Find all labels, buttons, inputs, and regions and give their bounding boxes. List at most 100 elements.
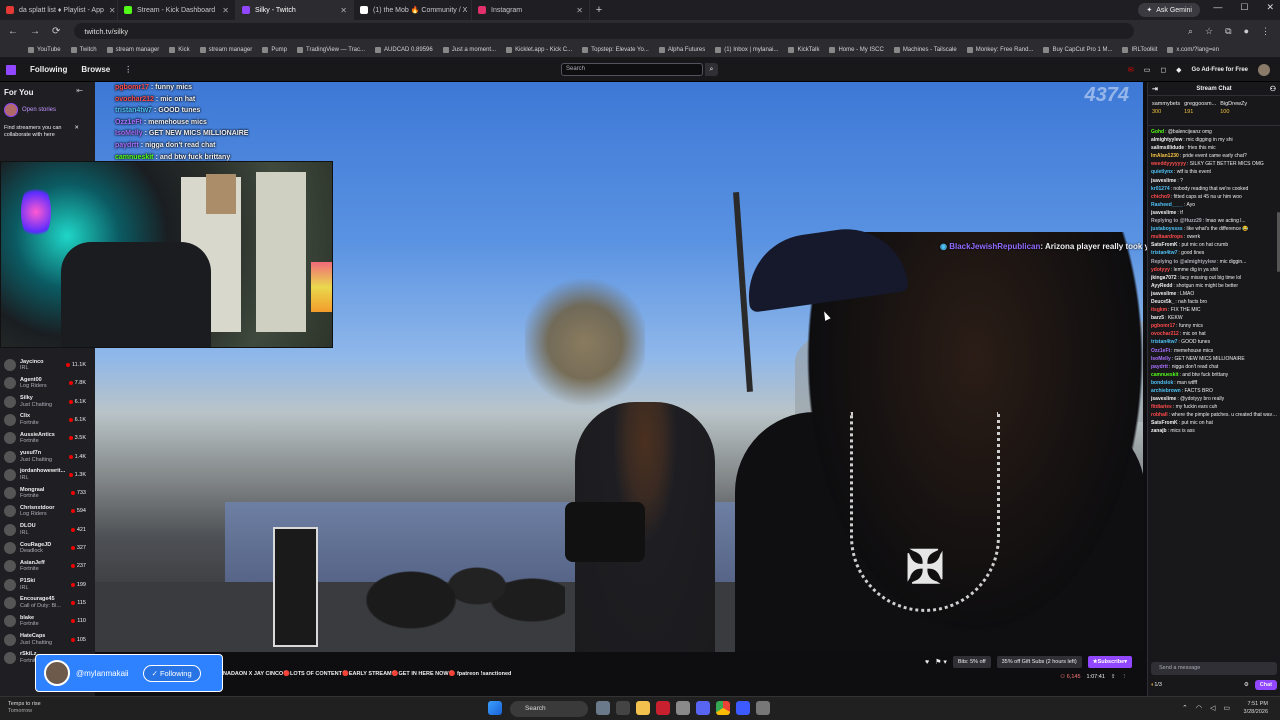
start-icon[interactable] xyxy=(488,701,502,715)
bookmark-item[interactable]: YouTube xyxy=(28,46,61,53)
ask-gemini-button[interactable]: ✦ Ask Gemini xyxy=(1138,3,1200,17)
browser-tab[interactable]: (1) the Mob 🔥 Community / X✕ xyxy=(354,0,472,20)
collapse-chat-icon[interactable]: ⇥ xyxy=(1152,85,1158,93)
acrobat-icon[interactable] xyxy=(656,701,670,715)
search-input[interactable]: Search xyxy=(561,63,703,76)
bookmark-item[interactable]: Kick xyxy=(169,46,190,53)
clock[interactable]: 7:51 PM 3/28/2026 xyxy=(1244,701,1268,716)
wifi-icon[interactable]: ◠ xyxy=(1196,704,1202,712)
sidebar-channel[interactable]: Agent00 Log Riders 7.8K xyxy=(4,374,86,392)
subscribe-button[interactable]: ★ Subscribe ▾ xyxy=(1087,656,1132,668)
browser-tab[interactable]: da splatt list ♦ Playlist - App ✕ xyxy=(0,0,118,20)
sidebar-channel[interactable]: P1Ski IRL 199 xyxy=(4,576,86,594)
chat-username[interactable]: Rasheed____ xyxy=(1151,202,1183,208)
close-tab-icon[interactable]: ✕ xyxy=(340,6,347,15)
chat-username[interactable]: archiebrown xyxy=(1151,388,1181,394)
sidebar-channel[interactable]: Jaycinco IRL 11.1K xyxy=(4,356,86,374)
chat-username[interactable]: jsaveslime xyxy=(1151,291,1176,297)
gift-subs-button[interactable]: 35% off Gift Subs (2 hours left) xyxy=(996,656,1082,668)
search-icon[interactable]: ⌕ xyxy=(705,63,718,76)
chat-username[interactable]: fitdiaries xyxy=(1151,404,1172,410)
bookmark-item[interactable]: (1) Inbox | mylanai... xyxy=(715,46,778,53)
sidebar-channel[interactable]: yusuf7n Just Chatting 1.4K xyxy=(4,448,86,466)
url-field[interactable]: twitch.tv/silky xyxy=(74,23,1135,39)
sidebar-channel[interactable]: Silky Just Chatting 6.1K xyxy=(4,393,86,411)
browser-tab[interactable]: Silky - Twitch ✕ xyxy=(236,0,354,20)
bookmark-item[interactable]: KickTalk xyxy=(788,46,819,53)
chat-username[interactable]: zanajb xyxy=(1151,428,1167,434)
volume-icon[interactable]: ◁ xyxy=(1210,704,1215,712)
open-stories[interactable]: Open stories xyxy=(0,103,95,117)
bookmark-item[interactable]: stream manager xyxy=(199,46,252,53)
chat-username[interactable]: ydotyyy xyxy=(1151,267,1170,273)
sidebar-channel[interactable]: AsianJeff Fortnite 237 xyxy=(4,557,86,575)
leader-entry[interactable]: BigDrewZy 100 xyxy=(1220,100,1247,121)
weather-widget[interactable]: Temps to rise Tomorrow xyxy=(8,701,41,715)
sidebar-channel[interactable]: AussieAntics Fortnite 3.5K xyxy=(4,429,86,447)
leader-entry[interactable]: sammybets 300 xyxy=(1152,100,1180,121)
chat-username[interactable]: multaardrops xyxy=(1151,234,1183,240)
bookmark-item[interactable]: Pump xyxy=(262,46,287,53)
chat-username[interactable]: Replying to @Huzz29 xyxy=(1151,218,1202,224)
close-tab-icon[interactable]: ✕ xyxy=(576,6,583,15)
browser-tab[interactable]: Instagram ✕ xyxy=(472,0,590,20)
settings-icon[interactable]: ⚙ xyxy=(1244,682,1249,688)
notifications-icon[interactable]: ✉ xyxy=(1128,66,1134,74)
chat-username[interactable]: Deuce5k_ xyxy=(1151,299,1174,305)
chat-username[interactable]: bondslok xyxy=(1151,380,1173,386)
chat-username[interactable]: Gohd xyxy=(1151,129,1164,135)
bookmark-item[interactable]: Home - My ISCC xyxy=(829,46,884,53)
sidebar-channel[interactable]: Encourage45 Call of Duty: Bl... 115 xyxy=(4,594,86,612)
chrome-icon[interactable] xyxy=(716,701,730,715)
maximize-icon[interactable]: ☐ xyxy=(1240,2,1248,13)
app-icon-2[interactable] xyxy=(676,701,690,715)
bookmark-item[interactable]: Buy CapCut Pro 1 M... xyxy=(1043,46,1112,53)
bell-icon[interactable]: ⚑ ▾ xyxy=(935,658,947,666)
close-card-icon[interactable]: ✕ xyxy=(74,125,79,132)
chat-username[interactable]: paydrtt xyxy=(1151,364,1168,370)
chat-username[interactable]: camnueskit xyxy=(1151,372,1179,378)
sidebar-channel[interactable]: jordanhowewrit... IRL 1.3K xyxy=(4,466,86,484)
chat-username[interactable]: tristan4tw7 xyxy=(1151,339,1177,345)
leader-entry[interactable]: greggoosm... 191 xyxy=(1184,100,1216,121)
chat-username[interactable]: salimsillidude xyxy=(1151,145,1184,151)
chat-send-button[interactable]: Chat xyxy=(1254,680,1277,690)
bookmark-item[interactable]: AUDCAD 0.89596 xyxy=(375,46,433,53)
zoom-icon[interactable]: ⌕ xyxy=(1188,26,1193,37)
chat-username[interactable]: Replying to @almightyylew xyxy=(1151,259,1216,265)
extensions-icon[interactable]: ⧉ xyxy=(1225,26,1231,37)
bits-icon[interactable]: ◆ xyxy=(1176,66,1181,74)
back-icon[interactable]: ← xyxy=(8,26,18,37)
chat-username[interactable]: almightyylew xyxy=(1151,137,1182,143)
following-button[interactable]: ✓ Following xyxy=(142,664,201,682)
close-window-icon[interactable]: ✕ xyxy=(1266,2,1274,13)
close-tab-icon[interactable]: ✕ xyxy=(109,6,116,15)
star-icon[interactable]: ☆ xyxy=(1205,26,1213,37)
bookmark-item[interactable]: Alpha Futures xyxy=(658,46,705,53)
taskbar-search[interactable]: Search xyxy=(510,701,588,717)
chat-username[interactable]: jsaveslime xyxy=(1151,210,1176,216)
chat-username[interactable]: jsaveslime xyxy=(1151,178,1176,184)
chat-username[interactable]: robhall xyxy=(1151,412,1168,418)
inbox-icon[interactable]: ▭ xyxy=(1144,66,1151,74)
bookmark-item[interactable]: stream manager xyxy=(106,46,159,53)
chat-username[interactable]: jkinga7072 xyxy=(1151,275,1177,281)
chat-username[interactable]: AyyRedd xyxy=(1151,283,1173,289)
bookmark-item[interactable]: Monkey: Free Rand... xyxy=(966,46,1033,53)
chat-username[interactable]: weeddyyyyyyy xyxy=(1151,161,1186,167)
task-view-icon[interactable] xyxy=(616,701,630,715)
bookmark-item[interactable]: Just a moment... xyxy=(442,46,496,53)
sidebar-channel[interactable]: blake Fortnite 110 xyxy=(4,612,86,630)
browse-link[interactable]: Browse xyxy=(81,65,110,74)
sidebar-channel[interactable]: CouRageJD Deadlock 327 xyxy=(4,539,86,557)
chevron-up-icon[interactable]: ⌃ xyxy=(1182,704,1188,712)
discord-icon[interactable] xyxy=(696,701,710,715)
sidebar-channel[interactable]: HateCaps Just Chatting 105 xyxy=(4,631,86,649)
battery-icon[interactable]: ▭ xyxy=(1223,704,1230,712)
sidebar-channel[interactable]: Chrisnxtdoor Log Riders 594 xyxy=(4,502,86,520)
twitch-logo-icon[interactable] xyxy=(6,64,16,75)
sidebar-channel[interactable]: Mongraal Fortnite 733 xyxy=(4,484,86,502)
sidebar-channel[interactable]: Clix Fortnite 6.1K xyxy=(4,411,86,429)
bookmark-item[interactable]: Twitch xyxy=(70,46,97,53)
new-tab-icon[interactable]: + xyxy=(590,4,608,16)
